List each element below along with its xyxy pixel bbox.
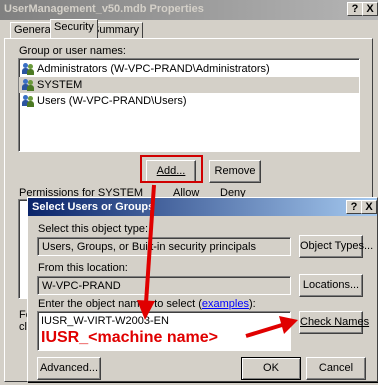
dialog-titlebar: Select Users or Groups — [28, 198, 377, 216]
dialog-help-button[interactable]: ? — [346, 200, 362, 214]
check-names-button-label: Check Names — [300, 316, 370, 328]
object-types-button-label: Object Types... — [300, 240, 374, 252]
locations-button-label: Locations... — [302, 279, 360, 291]
group-icon — [22, 95, 34, 107]
list-item-label: Administrators (W-VPC-PRAND\Administrato… — [37, 63, 270, 75]
ok-button-label: OK — [263, 362, 279, 374]
list-item-label: SYSTEM — [37, 79, 83, 91]
dialog-close-button[interactable]: X — [361, 200, 377, 214]
cancel-button-label: Cancel — [318, 362, 354, 374]
object-names-input[interactable]: IUSR_W-VIRT-W2003-EN IUSR_<machine name> — [37, 311, 291, 351]
list-item-label: Users (W-VPC-PRAND\Users) — [37, 95, 187, 107]
remove-button[interactable]: Remove — [209, 160, 261, 183]
properties-title: UserManagement_v50.mdb Properties — [4, 3, 204, 15]
add-button-highlight — [140, 155, 203, 183]
locations-button[interactable]: Locations... — [299, 274, 363, 297]
object-names-value: IUSR_W-VIRT-W2003-EN — [41, 315, 169, 327]
object-type-label: Select this object type: — [38, 223, 149, 235]
remove-button-label: Remove — [214, 165, 256, 177]
principals-list[interactable]: Administrators (W-VPC-PRAND\Administrato… — [18, 58, 360, 152]
dialog-title: Select Users or Groups — [32, 201, 155, 213]
advanced-button-label: Advanced... — [39, 362, 99, 374]
group-icon — [22, 79, 34, 91]
advanced-button[interactable]: Advanced... — [37, 357, 101, 380]
location-label: From this location: — [38, 262, 128, 274]
names-label-prefix: Enter the object names to select ( — [38, 298, 202, 310]
list-item-users[interactable]: Users (W-VPC-PRAND\Users) — [19, 93, 359, 109]
check-names-button[interactable]: Check Names — [299, 311, 369, 334]
names-label-suffix: ): — [248, 298, 256, 310]
properties-titlebar: UserManagement_v50.mdb Properties — [0, 0, 378, 20]
list-item-administrators[interactable]: Administrators (W-VPC-PRAND\Administrato… — [19, 61, 359, 77]
select-users-dialog: Select Users or Groups ? X Select this o… — [27, 197, 378, 382]
ok-button[interactable]: OK — [241, 357, 301, 380]
object-types-button[interactable]: Object Types... — [299, 235, 373, 258]
list-item-system[interactable]: SYSTEM — [19, 77, 359, 93]
tab-security[interactable]: Security — [50, 19, 98, 38]
close-button[interactable]: X — [362, 2, 378, 16]
group-users-label: Group or user names: — [19, 45, 126, 57]
examples-link[interactable]: examples — [202, 298, 249, 310]
object-type-field: Users, Groups, or Built-in security prin… — [37, 237, 291, 256]
names-label: Enter the object names to select (exampl… — [38, 298, 256, 310]
machine-name-annotation: IUSR_<machine name> — [41, 329, 218, 346]
cancel-button[interactable]: Cancel — [306, 357, 366, 380]
location-field: W-VPC-PRAND — [37, 276, 291, 295]
group-icon — [22, 63, 34, 75]
help-button[interactable]: ? — [347, 2, 363, 16]
